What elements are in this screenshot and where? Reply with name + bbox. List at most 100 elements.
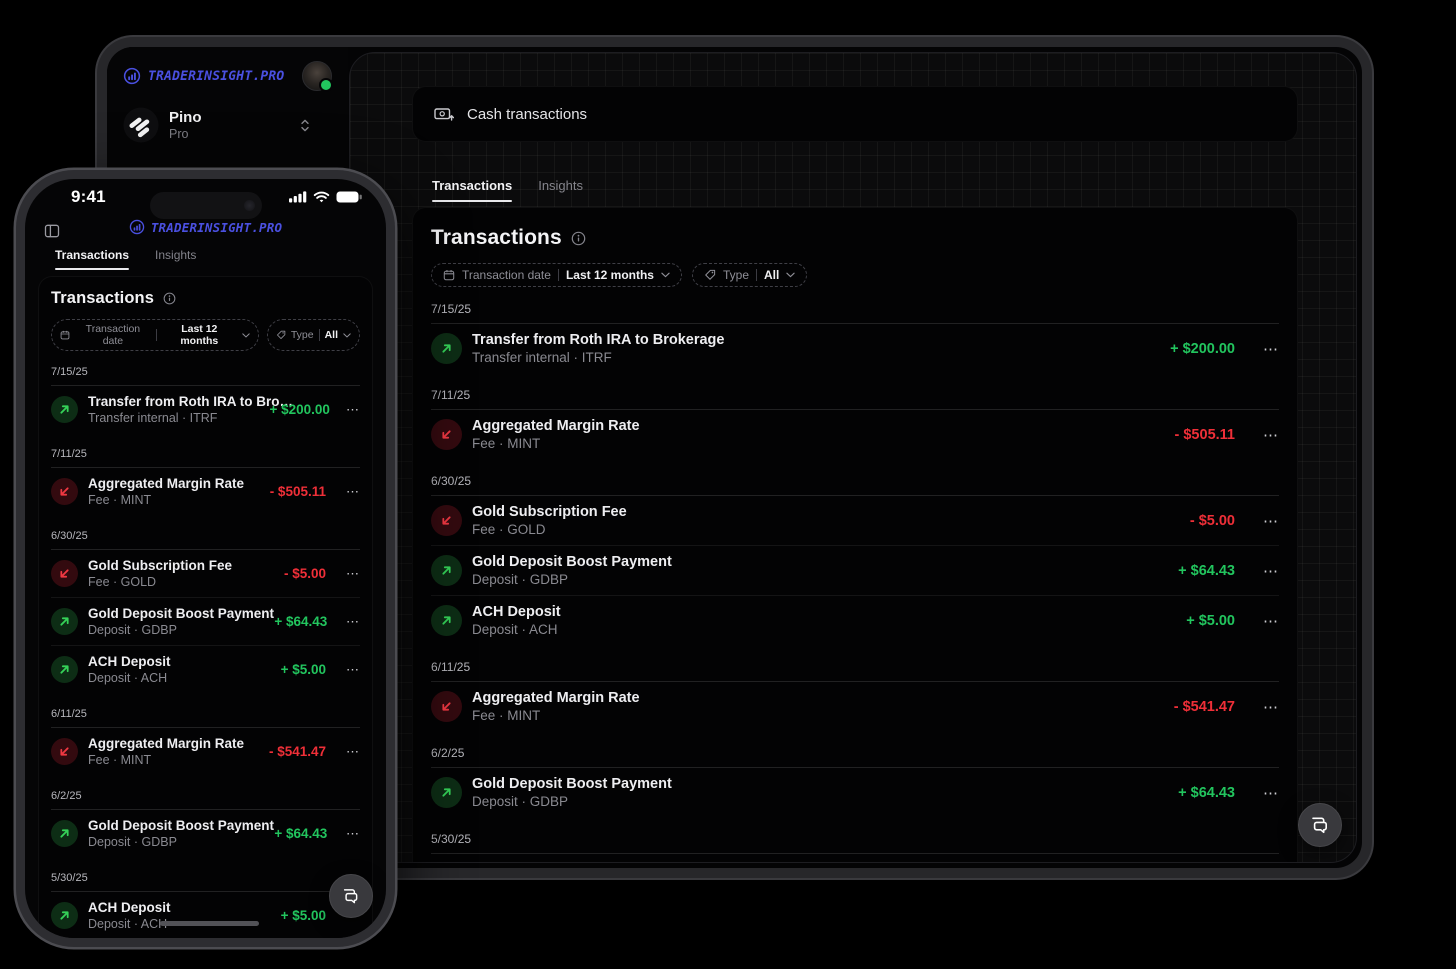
transaction-subtitle: Transfer internal · ITRF (472, 350, 612, 365)
phone-device: 9:41 TRADERINSIGHT.PRO Transactions Insi… (16, 170, 395, 947)
transaction-subtitle: Deposit · GDBP (88, 623, 177, 637)
main-area: Cash transactions Transactions Insights … (349, 52, 1357, 863)
transaction-group: 6/11/25 Aggregated Margin Rate Fee · MIN… (51, 705, 360, 775)
transaction-date-header: 5/30/25 (431, 829, 1279, 854)
transaction-row[interactable]: ACH Deposit Deposit · ACH + $5.00 ⋯ (431, 854, 1279, 862)
transaction-row[interactable]: Aggregated Margin Rate Fee · MINT - $541… (431, 682, 1279, 731)
tab-insights[interactable]: Insights (155, 248, 196, 270)
row-menu-button[interactable]: ⋯ (1245, 784, 1279, 802)
date-filter-chip[interactable]: Transaction date Last 12 months (431, 263, 682, 287)
tag-icon (276, 330, 286, 340)
transaction-row[interactable]: Gold Deposit Boost Payment Deposit · GDB… (431, 545, 1279, 595)
transaction-amount: - $5.00 (283, 566, 326, 581)
tab-transactions[interactable]: Transactions (55, 248, 130, 270)
transaction-subtitle: Deposit · GDBP (472, 794, 569, 809)
transactions-panel: Transactions Transaction date Last 12 mo… (38, 276, 373, 938)
direction-icon (431, 605, 462, 636)
tab-insights[interactable]: Insights (538, 178, 583, 202)
row-menu-button[interactable]: ⋯ (336, 566, 360, 582)
transaction-text: ACH Deposit Deposit · ACH (88, 654, 171, 685)
type-filter-chip[interactable]: Type All (266, 319, 360, 351)
workspace-text: Pino Pro (169, 109, 202, 141)
transaction-row[interactable]: Aggregated Margin Rate Fee · MINT - $541… (51, 728, 360, 775)
row-menu-button[interactable]: ⋯ (336, 662, 360, 678)
type-filter-chip[interactable]: Type All (691, 263, 808, 287)
horizontal-scrollbar[interactable] (160, 921, 259, 926)
transaction-group: 6/30/25 Gold Subscription Fee Fee · GOLD… (431, 471, 1279, 645)
direction-icon (431, 777, 462, 808)
workspace-switcher[interactable]: Pino Pro (123, 107, 332, 143)
row-menu-button[interactable]: ⋯ (337, 614, 360, 630)
status-bar: 9:41 (25, 187, 386, 219)
transaction-amount: + $5.00 (280, 908, 326, 923)
row-menu-button[interactable]: ⋯ (1245, 512, 1279, 530)
transaction-text: Gold Deposit Boost Payment Deposit · GDB… (472, 776, 672, 809)
transaction-row[interactable]: ACH Deposit Deposit · ACH + $5.00 ⋯ (431, 595, 1279, 645)
transactions-panel: Transactions Transaction date Last 12 mo… (412, 207, 1298, 862)
chat-fab-button[interactable] (1298, 803, 1342, 847)
transaction-text: Gold Deposit Boost Payment Deposit · GDB… (472, 554, 672, 587)
transaction-subtitle: Fee · MINT (472, 436, 541, 451)
online-status-dot (319, 78, 333, 92)
transaction-group: 6/2/25 Gold Deposit Boost Payment Deposi… (51, 787, 360, 857)
transaction-title: Aggregated Margin Rate (472, 418, 640, 434)
type-filter-value: All (324, 329, 338, 341)
transaction-text: ACH Deposit Deposit · ACH (88, 900, 171, 931)
transaction-row[interactable]: Aggregated Margin Rate Fee · MINT - $505… (51, 468, 360, 515)
direction-icon (51, 560, 78, 587)
date-filter-chip[interactable]: Transaction date Last 12 months (51, 319, 259, 351)
banknote-icon (434, 106, 455, 123)
row-menu-button[interactable]: ⋯ (336, 484, 360, 500)
row-menu-button[interactable]: ⋯ (1245, 562, 1279, 580)
stage: TRADERINSIGHT.PRO Pino Pro Cash transact… (0, 0, 1456, 969)
transaction-title: ACH Deposit (88, 900, 171, 915)
transaction-row[interactable]: ACH Deposit Deposit · ACH + $5.00 ⋯ (51, 892, 360, 938)
brand-logo-icon (129, 219, 145, 235)
transaction-subtitle: Fee · MINT (88, 753, 152, 767)
transaction-row[interactable]: Aggregated Margin Rate Fee · MINT - $505… (431, 410, 1279, 459)
brand: TRADERINSIGHT.PRO (123, 61, 333, 92)
transaction-row[interactable]: Gold Deposit Boost Payment Deposit · GDB… (431, 768, 1279, 817)
transaction-amount: + $64.43 (274, 826, 328, 841)
transaction-row[interactable]: ACH Deposit Deposit · ACH + $5.00 ⋯ (51, 645, 360, 693)
transaction-text: Aggregated Margin Rate Fee · MINT (88, 736, 244, 767)
row-menu-button[interactable]: ⋯ (337, 826, 360, 842)
transaction-rows: Aggregated Margin Rate Fee · MINT - $505… (51, 468, 360, 515)
transaction-group: 6/2/25 Gold Deposit Boost Payment Deposi… (431, 743, 1279, 817)
transaction-row[interactable]: Transfer from Roth IRA to Bro… Transfer … (51, 386, 360, 433)
transaction-row[interactable]: Gold Subscription Fee Fee · GOLD - $5.00… (431, 496, 1279, 545)
transaction-amount: - $505.11 (269, 484, 326, 499)
row-menu-button[interactable]: ⋯ (340, 402, 360, 418)
transaction-group: 7/15/25 Transfer from Roth IRA to Broker… (431, 299, 1279, 373)
transaction-text: Aggregated Margin Rate Fee · MINT (472, 418, 640, 451)
avatar[interactable] (302, 61, 333, 92)
transaction-row[interactable]: Gold Subscription Fee Fee · GOLD - $5.00… (51, 550, 360, 597)
transaction-title: Gold Subscription Fee (88, 558, 233, 573)
transaction-text: Transfer from Roth IRA to Bro… Transfer … (88, 394, 293, 425)
tab-transactions[interactable]: Transactions (432, 178, 513, 202)
panel-title: Transactions (51, 289, 154, 307)
row-menu-button[interactable]: ⋯ (1245, 698, 1279, 716)
transaction-row[interactable]: Gold Deposit Boost Payment Deposit · GDB… (51, 810, 360, 857)
arrow-up-right-icon (57, 826, 72, 841)
direction-icon (51, 820, 78, 847)
brand-name: TRADERINSIGHT.PRO (148, 68, 285, 84)
chat-fab-button[interactable] (329, 874, 373, 918)
info-icon[interactable] (571, 231, 586, 246)
date-filter-label: Transaction date (85, 323, 141, 347)
row-menu-button[interactable]: ⋯ (1245, 612, 1279, 630)
row-menu-button[interactable]: ⋯ (1245, 340, 1279, 358)
row-menu-button[interactable]: ⋯ (1245, 426, 1279, 444)
row-menu-button[interactable]: ⋯ (336, 744, 360, 760)
transaction-subtitle: Fee · GOLD (88, 575, 157, 589)
info-icon[interactable] (163, 292, 176, 305)
transaction-text: Gold Deposit Boost Payment Deposit · GDB… (88, 606, 274, 637)
transaction-row[interactable]: Gold Deposit Boost Payment Deposit · GDB… (51, 597, 360, 645)
chip-divider (557, 269, 559, 281)
transaction-row[interactable]: Transfer from Roth IRA to Brokerage Tran… (431, 324, 1279, 373)
camera-dot (243, 200, 255, 211)
dynamic-island (149, 192, 262, 219)
transaction-date-header: 7/11/25 (51, 445, 360, 468)
sidebar-toggle-button[interactable] (44, 223, 60, 239)
arrow-down-left-icon (57, 744, 72, 759)
